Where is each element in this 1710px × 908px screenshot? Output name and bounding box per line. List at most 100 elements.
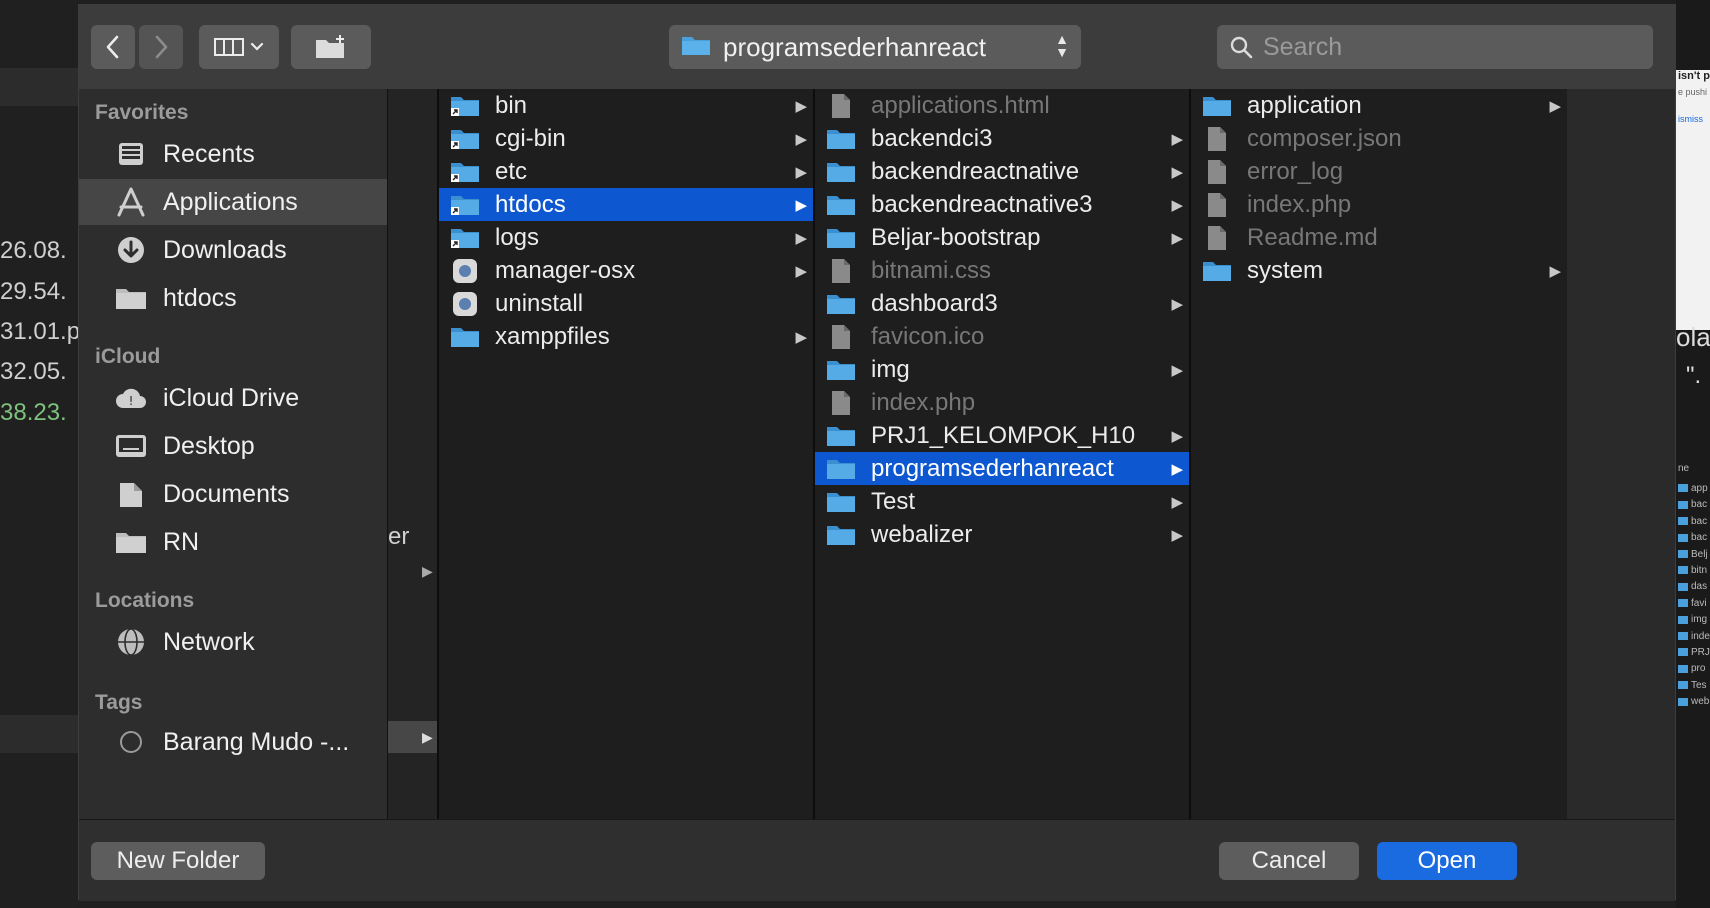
- view-options-button[interactable]: [199, 25, 279, 69]
- sidebar-item-applications[interactable]: Applications: [79, 179, 387, 225]
- app-row[interactable]: manager-osx ▶: [439, 254, 813, 287]
- background-list-item: favi: [1678, 598, 1707, 609]
- disclosure-arrow-icon: ▶: [1171, 229, 1183, 247]
- sidebar-item-rn[interactable]: RN: [79, 519, 387, 565]
- file-row[interactable]: index.php: [815, 386, 1189, 419]
- background-text: e pushi: [1678, 87, 1708, 97]
- file-row[interactable]: index.php: [1191, 188, 1567, 221]
- app-row[interactable]: uninstall: [439, 287, 813, 320]
- folder-alias-icon: [449, 95, 481, 117]
- disclosure-arrow-icon: ▶: [795, 130, 807, 148]
- background-editor: 26.08. 29.54. 31.01.p 32.05. 38.23.: [0, 0, 80, 908]
- folder-row[interactable]: system ▶: [1191, 254, 1567, 287]
- sidebar-item-label: Desktop: [163, 431, 255, 460]
- file-row[interactable]: favicon.ico: [815, 320, 1189, 353]
- folder-row[interactable]: PRJ1_KELOMPOK_H10 ▶: [815, 419, 1189, 452]
- path-popup[interactable]: programsederhanreact ▲ ▼: [669, 25, 1081, 69]
- sidebar-item-network[interactable]: Network: [79, 619, 387, 665]
- background-text: ismiss: [1678, 114, 1703, 124]
- new-folder-button[interactable]: New Folder: [91, 842, 265, 880]
- sidebar-item-htdocs[interactable]: htdocs: [79, 275, 387, 321]
- download-icon: [111, 235, 151, 265]
- item-label: index.php: [1247, 190, 1352, 218]
- background-text: isn't p: [1678, 70, 1710, 82]
- folder-row[interactable]: etc ▶: [439, 155, 813, 188]
- updown-icon: ▲ ▼: [1055, 31, 1069, 60]
- folder-row[interactable]: webalizer ▶: [815, 518, 1189, 551]
- background-list-item: bitn: [1678, 565, 1707, 576]
- disclosure-arrow-icon: ▶: [1549, 97, 1561, 115]
- folder-row[interactable]: backendreactnative ▶: [815, 155, 1189, 188]
- folder-row[interactable]: backendreactnative3 ▶: [815, 188, 1189, 221]
- folder-row[interactable]: img ▶: [815, 353, 1189, 386]
- folder-icon: [825, 194, 857, 216]
- desktop-icon: [111, 433, 151, 459]
- item-label: error_log: [1247, 157, 1344, 185]
- sidebar-item-tag[interactable]: Barang Mudo -...: [79, 719, 387, 765]
- parent-selected-row[interactable]: ▶: [388, 721, 438, 753]
- item-label: Test: [871, 487, 916, 515]
- folder-icon: [825, 524, 857, 546]
- folder-icon: [825, 128, 857, 150]
- open-button[interactable]: Open: [1377, 842, 1517, 880]
- item-label: dashboard3: [871, 289, 998, 317]
- search-icon: [1230, 36, 1253, 59]
- disclosure-arrow-icon: ▶: [1171, 493, 1183, 511]
- file-row[interactable]: applications.html: [815, 89, 1189, 122]
- folder-icon: [1678, 517, 1688, 526]
- file-row[interactable]: bitnami.css: [815, 254, 1189, 287]
- folder-alias-icon: [449, 194, 481, 216]
- folder-row[interactable]: Test ▶: [815, 485, 1189, 518]
- sidebar-item-icloud-drive[interactable]: ! iCloud Drive: [79, 375, 387, 421]
- file-row[interactable]: composer.json: [1191, 122, 1567, 155]
- file-icon: [825, 389, 857, 417]
- item-label: backendci3: [871, 124, 993, 152]
- folder-row[interactable]: logs ▶: [439, 221, 813, 254]
- file-row[interactable]: error_log: [1191, 155, 1567, 188]
- folder-row[interactable]: xamppfiles ▶: [439, 320, 813, 353]
- folder-row[interactable]: programsederhanreact ▶: [815, 452, 1189, 485]
- disclosure-arrow-icon: ▶: [1171, 361, 1183, 379]
- sidebar-item-downloads[interactable]: Downloads: [79, 227, 387, 273]
- background-list-item: bac: [1678, 499, 1707, 510]
- new-folder-toolbar-button[interactable]: [291, 25, 371, 69]
- item-label: Readme.md: [1247, 223, 1378, 251]
- item-label: manager-osx: [495, 256, 636, 284]
- disclosure-arrow-icon: ▶: [1171, 526, 1183, 544]
- item-label: webalizer: [871, 520, 973, 548]
- folder-row[interactable]: bin ▶: [439, 89, 813, 122]
- disclosure-arrow-icon: ▶: [795, 163, 807, 181]
- file-icon: [825, 92, 857, 120]
- item-label: bin: [495, 91, 528, 119]
- sidebar-item-documents[interactable]: Documents: [79, 471, 387, 517]
- folder-row[interactable]: htdocs ▶: [439, 188, 813, 221]
- item-label: Beljar-bootstrap: [871, 223, 1041, 251]
- folder-icon: [825, 293, 857, 315]
- sidebar-item-desktop[interactable]: Desktop: [79, 423, 387, 469]
- item-label: backendreactnative3: [871, 190, 1093, 218]
- folder-icon: [1678, 664, 1688, 673]
- folder-row[interactable]: application ▶: [1191, 89, 1567, 122]
- folder-row[interactable]: backendci3 ▶: [815, 122, 1189, 155]
- folder-icon: [1201, 260, 1233, 282]
- folder-row[interactable]: dashboard3 ▶: [815, 287, 1189, 320]
- background-list-item: Belj: [1678, 549, 1708, 560]
- clock-icon: [111, 141, 151, 167]
- application-icon: [449, 290, 481, 318]
- file-row[interactable]: Readme.md: [1191, 221, 1567, 254]
- forward-button[interactable]: [139, 25, 183, 69]
- locations-heading: Locations: [95, 589, 195, 612]
- background-line: 38.23.: [0, 399, 67, 426]
- item-label: index.php: [871, 388, 976, 416]
- open-file-dialog: programsederhanreact ▲ ▼ Search Favorites…: [78, 4, 1676, 901]
- back-button[interactable]: [91, 25, 135, 69]
- search-input[interactable]: Search: [1263, 33, 1342, 62]
- folder-icon: [1678, 549, 1688, 558]
- disclosure-arrow-icon: ▶: [795, 262, 807, 280]
- cancel-button[interactable]: Cancel: [1219, 842, 1359, 880]
- folder-row[interactable]: Beljar-bootstrap ▶: [815, 221, 1189, 254]
- folder-row[interactable]: cgi-bin ▶: [439, 122, 813, 155]
- folder-icon: [825, 425, 857, 447]
- search-field[interactable]: Search: [1217, 25, 1653, 69]
- sidebar-item-recents[interactable]: Recents: [79, 131, 387, 177]
